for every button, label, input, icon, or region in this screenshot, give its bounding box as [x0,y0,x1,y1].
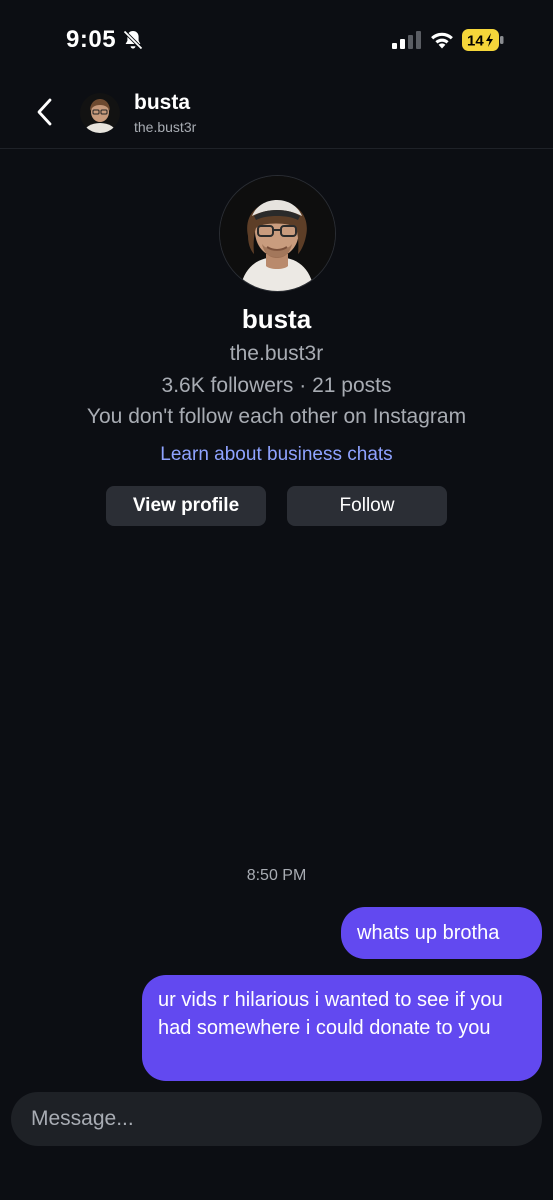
message-input[interactable] [11,1092,542,1146]
battery-level: 14 [467,33,484,50]
business-chats-link[interactable]: Learn about business chats [0,444,553,466]
message-timestamp: 8:50 PM [246,867,307,884]
follow-status-note: You don't follow each other on Instagram [86,405,467,428]
message-composer [11,1092,542,1146]
header-name[interactable]: busta [134,91,190,115]
profile-handle: the.bust3r [229,342,324,365]
back-button[interactable] [30,94,60,130]
sent-message-bubble[interactable]: ur vids r hilarious i wanted to see if y… [142,975,542,1081]
avatar-photo [80,93,120,133]
profile-photo [220,176,335,291]
profile-avatar[interactable] [219,175,336,292]
profile-name: busta [241,304,312,334]
status-bar: 9:05 14 [0,0,553,80]
header-avatar[interactable] [80,93,120,133]
bell-off-icon [123,30,143,50]
signal-icon [392,31,421,49]
view-profile-button[interactable]: View profile [106,486,266,526]
header-handle[interactable]: the.bust3r [134,119,196,135]
wifi-icon [431,32,453,49]
chat-header: busta the.bust3r [0,80,553,149]
status-time: 9:05 [66,26,117,53]
battery-charging-icon: 14 [462,29,504,51]
follow-button[interactable]: Follow [287,486,447,526]
profile-stats: 3.6K followers · 21 posts [161,374,392,397]
sent-message-bubble[interactable]: whats up brotha [341,907,542,959]
